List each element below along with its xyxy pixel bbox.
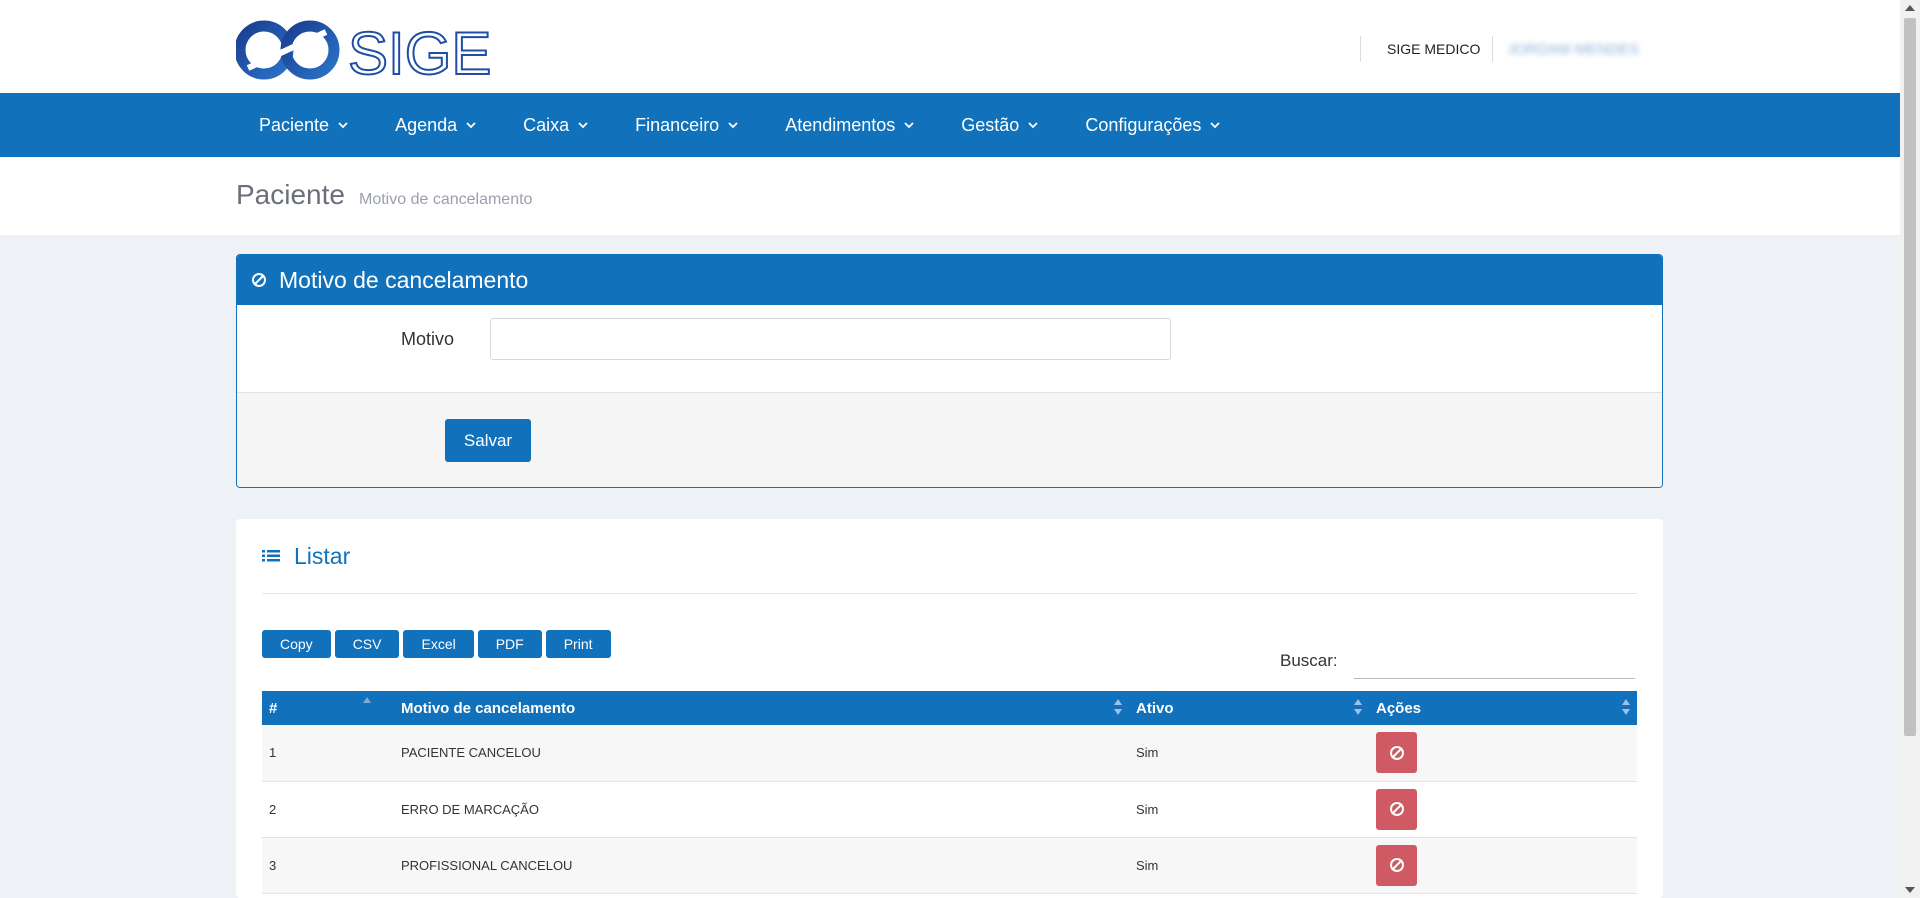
nav-item-caixa[interactable]: Caixa bbox=[500, 93, 612, 157]
nav-item-configurações[interactable]: Configurações bbox=[1062, 93, 1244, 157]
ban-icon bbox=[1389, 858, 1404, 872]
top-header: SIGE SIGE MEDICO JORDAM MENDES bbox=[0, 0, 1900, 93]
ban-icon bbox=[252, 273, 266, 287]
form-panel-header: Motivo de cancelamento bbox=[237, 255, 1662, 305]
col-id[interactable]: # bbox=[262, 691, 394, 725]
nav-item-paciente[interactable]: Paciente bbox=[236, 93, 372, 157]
col-motivo[interactable]: Motivo de cancelamento bbox=[394, 691, 1129, 725]
scroll-down-icon[interactable] bbox=[1905, 887, 1915, 893]
svg-text:SIGE: SIGE bbox=[348, 20, 491, 84]
form-panel-title: Motivo de cancelamento bbox=[279, 266, 529, 293]
pdf-button[interactable]: PDF bbox=[477, 630, 542, 658]
sort-icon bbox=[1114, 699, 1122, 715]
nav-item-gestão[interactable]: Gestão bbox=[938, 93, 1062, 157]
nav-item-label: Gestão bbox=[961, 114, 1020, 135]
chevron-down-icon bbox=[904, 122, 914, 129]
ban-icon bbox=[1389, 745, 1404, 760]
page-subtitle: Motivo de cancelamento bbox=[359, 191, 533, 208]
cell-acoes bbox=[1369, 725, 1637, 781]
cancel-reason-button[interactable] bbox=[1376, 844, 1417, 886]
csv-button[interactable]: CSV bbox=[334, 630, 400, 658]
table-row: 3 PROFISSIONAL CANCELOU Sim bbox=[262, 837, 1637, 893]
chevron-down-icon bbox=[578, 122, 588, 129]
nav-item-financeiro[interactable]: Financeiro bbox=[612, 93, 762, 157]
search-input[interactable] bbox=[1353, 643, 1635, 679]
chevron-down-icon bbox=[1210, 122, 1221, 129]
divider bbox=[262, 593, 1637, 594]
table-row: 1 PACIENTE CANCELOU Sim bbox=[262, 725, 1637, 781]
col-ativo[interactable]: Ativo bbox=[1129, 691, 1369, 725]
motivo-label: Motivo bbox=[401, 329, 455, 349]
cell-motivo: PROFISSIONAL CANCELOU bbox=[401, 857, 573, 873]
cell-ativo: Sim bbox=[1136, 745, 1159, 761]
table-header-row: # Motivo de cancelamento Ativo Ações bbox=[262, 691, 1637, 725]
save-button[interactable]: Salvar bbox=[445, 419, 531, 462]
sort-asc-icon bbox=[363, 697, 371, 703]
table-body: 1 PACIENTE CANCELOU Sim 2 ERRO DE MARCAÇÃO Si… bbox=[262, 725, 1637, 893]
page-scrollbar[interactable] bbox=[1900, 0, 1920, 898]
cell-ativo: Sim bbox=[1136, 857, 1159, 873]
cell-id: 1 bbox=[269, 745, 277, 761]
cell-ativo: Sim bbox=[1136, 801, 1159, 817]
scroll-thumb[interactable] bbox=[1904, 18, 1916, 736]
copy-button[interactable]: Copy bbox=[262, 630, 331, 658]
nav-items: Paciente Agenda Caixa Financeiro Atendimento… bbox=[236, 93, 1244, 157]
export-buttons: Copy CSV Excel PDF Print bbox=[262, 630, 611, 658]
page-header: Paciente Motivo de cancelamento bbox=[0, 157, 1900, 235]
chevron-down-icon bbox=[728, 122, 738, 129]
sort-icon bbox=[1354, 699, 1362, 715]
form-panel-footer: Salvar bbox=[237, 393, 1662, 487]
scroll-up-icon[interactable] bbox=[1905, 5, 1915, 11]
cancel-reasons-table: # Motivo de cancelamento Ativo Ações 1 PA… bbox=[262, 691, 1637, 894]
cell-motivo: PACIENTE CANCELOU bbox=[401, 745, 541, 761]
col-acoes[interactable]: Ações bbox=[1369, 691, 1637, 725]
sort-icon bbox=[1622, 699, 1630, 715]
chevron-down-icon bbox=[1028, 122, 1038, 129]
form-panel-body: Motivo bbox=[237, 305, 1662, 393]
cell-motivo: ERRO DE MARCAÇÃO bbox=[401, 801, 539, 817]
list-title-text: Listar bbox=[294, 543, 351, 569]
nav-item-label: Agenda bbox=[395, 114, 458, 135]
list-title: Listar bbox=[262, 543, 350, 570]
page-title: Paciente bbox=[236, 179, 345, 210]
chevron-down-icon bbox=[338, 122, 348, 129]
nav-item-agenda[interactable]: Agenda bbox=[372, 93, 500, 157]
cancel-reason-button[interactable] bbox=[1376, 788, 1417, 830]
search-area: Buscar: bbox=[1280, 643, 1635, 679]
motivo-input[interactable] bbox=[490, 318, 1171, 360]
nav-item-label: Paciente bbox=[259, 114, 330, 135]
cell-id: 3 bbox=[269, 857, 277, 873]
list-icon bbox=[262, 549, 280, 561]
excel-button[interactable]: Excel bbox=[403, 630, 474, 658]
list-card: Listar Copy CSV Excel PDF Print Buscar: # Mo… bbox=[236, 519, 1663, 898]
main-nav: Paciente Agenda Caixa Financeiro Atendimento… bbox=[0, 93, 1900, 157]
user-name[interactable]: JORDAM MENDES bbox=[1493, 41, 1639, 58]
nav-item-label: Atendimentos bbox=[785, 114, 896, 135]
table-row: 2 ERRO DE MARCAÇÃO Sim bbox=[262, 781, 1637, 837]
cell-id: 2 bbox=[269, 801, 277, 817]
nav-item-label: Financeiro bbox=[635, 114, 720, 135]
user-area: SIGE MEDICO JORDAM MENDES bbox=[1360, 36, 1639, 62]
cell-acoes bbox=[1369, 781, 1637, 837]
print-button[interactable]: Print bbox=[545, 630, 611, 658]
cancel-reason-button[interactable] bbox=[1376, 732, 1417, 774]
clinic-name[interactable]: SIGE MEDICO bbox=[1361, 41, 1492, 57]
ban-icon bbox=[1389, 802, 1404, 816]
form-panel: Motivo de cancelamento Motivo Salvar bbox=[236, 254, 1663, 488]
search-label: Buscar: bbox=[1280, 651, 1338, 670]
nav-item-atendimentos[interactable]: Atendimentos bbox=[762, 93, 938, 157]
nav-item-label: Caixa bbox=[523, 114, 570, 135]
chevron-down-icon bbox=[466, 122, 476, 129]
nav-item-label: Configurações bbox=[1085, 114, 1202, 135]
sige-logo[interactable]: SIGE bbox=[236, 16, 502, 84]
cell-acoes bbox=[1369, 837, 1637, 893]
